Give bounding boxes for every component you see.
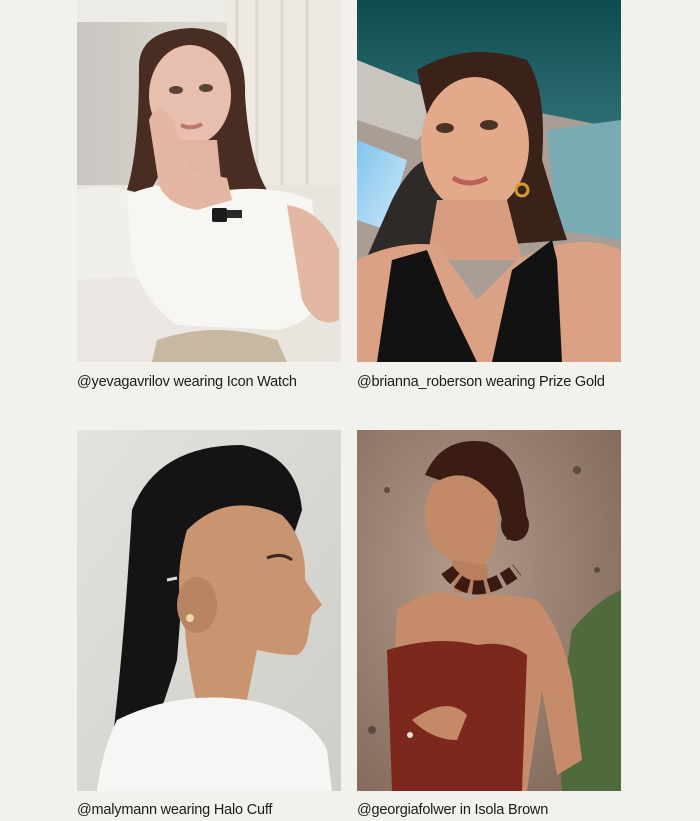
gallery-caption[interactable]: @georgiafolwer in Isola Brown	[357, 801, 621, 819]
gallery-card-yevagavrilov[interactable]: @yevagavrilov wearing Icon Watch	[77, 0, 341, 391]
gallery-card-brianna-roberson[interactable]: @brianna_roberson wearing Prize Gold	[357, 0, 621, 391]
gallery-card-georgiafolwer[interactable]: @georgiafolwer in Isola Brown	[357, 430, 621, 819]
gallery-caption[interactable]: @malymann wearing Halo Cuff	[77, 801, 341, 819]
gallery-photo-icon-watch[interactable]	[77, 0, 341, 362]
gallery-photo-halo-cuff[interactable]	[77, 430, 341, 791]
gallery-caption[interactable]: @brianna_roberson wearing Prize Gold	[357, 373, 621, 391]
gallery-photo-prize-gold[interactable]	[357, 0, 621, 362]
gallery-photo-isola-brown[interactable]	[357, 430, 621, 791]
gallery-caption[interactable]: @yevagavrilov wearing Icon Watch	[77, 373, 341, 391]
gallery-card-malymann[interactable]: @malymann wearing Halo Cuff	[77, 430, 341, 819]
